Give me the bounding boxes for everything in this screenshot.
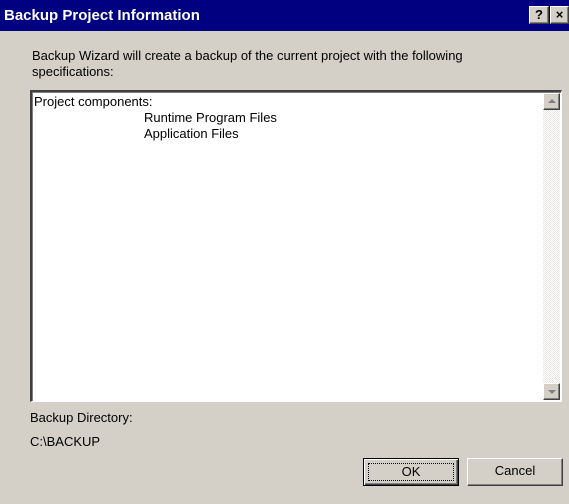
arrow-down-icon [548, 390, 556, 394]
scroll-up-button[interactable] [543, 93, 560, 110]
arrow-up-icon [548, 99, 556, 103]
backup-directory-label: Backup Directory: [30, 410, 133, 425]
close-button[interactable]: × [550, 6, 569, 24]
help-icon: ? [535, 7, 543, 22]
intro-text: Backup Wizard will create a backup of th… [32, 48, 463, 79]
window-title: Backup Project Information [4, 7, 200, 24]
ok-button[interactable]: OK [363, 458, 459, 486]
cancel-button[interactable]: Cancel [467, 458, 563, 486]
components-heading: Project components: [34, 94, 153, 109]
component-item: Runtime Program Files [144, 110, 277, 125]
help-button[interactable]: ? [529, 6, 549, 24]
vertical-scrollbar[interactable] [543, 93, 560, 400]
backup-directory-value: C:\BACKUP [30, 434, 101, 449]
backup-project-dialog: Backup Project Information ? × Backup Wi… [0, 0, 569, 504]
scroll-down-button[interactable] [543, 383, 560, 400]
title-bar[interactable]: Backup Project Information ? × [0, 0, 569, 31]
component-item: Application Files [144, 126, 239, 141]
specifications-content: Project components: Runtime Program File… [34, 94, 277, 142]
ok-button-label: OK [368, 463, 454, 481]
specifications-listbox[interactable]: Project components: Runtime Program File… [30, 90, 562, 402]
close-icon: × [555, 7, 564, 22]
